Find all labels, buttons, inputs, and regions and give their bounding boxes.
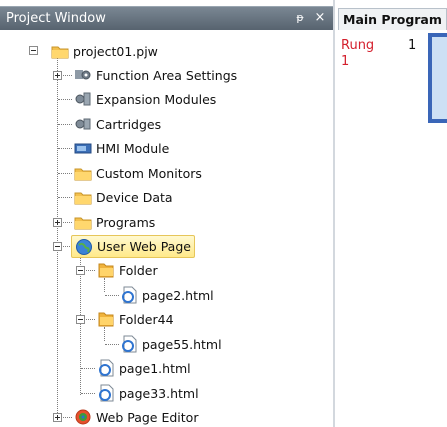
tree-label-hmi-module: HMI Module	[96, 140, 170, 156]
tree-node-hmi-module[interactable]: HMI Module	[74, 138, 169, 158]
rung-number: 1	[408, 38, 417, 53]
tree-label-folder: Folder	[119, 262, 158, 278]
tree-label-programs: Programs	[96, 214, 156, 230]
globe-icon	[75, 238, 93, 256]
html-file-icon	[120, 335, 138, 353]
tree-node-folder[interactable]: Folder	[97, 260, 158, 280]
pin-button[interactable]: ᵽ	[292, 9, 308, 27]
folder-icon	[97, 261, 115, 279]
tree-node-folder44[interactable]: Folder44	[97, 309, 174, 329]
tree-node-device-data[interactable]: Device Data	[74, 187, 173, 207]
rung-label: Rung	[341, 38, 375, 53]
tree-label-project: project01.pjw	[73, 43, 158, 59]
tree-label-web-page-editor: Web Page Editor	[96, 409, 199, 425]
tab-main-program[interactable]: Main Program	[338, 8, 447, 30]
expand-function-area-toggle[interactable]	[53, 71, 62, 80]
tree-label-user-web-page: User Web Page	[97, 239, 191, 254]
tree-label-function-area-settings: Function Area Settings	[96, 67, 238, 83]
pane-divider[interactable]	[333, 0, 335, 427]
collapse-user-web-page-toggle[interactable]	[53, 242, 62, 251]
tab-main-program-label: Main Program	[343, 12, 442, 27]
expansion-module-icon	[74, 90, 92, 108]
project-window-title: Project Window	[6, 11, 106, 26]
tree-node-page55[interactable]: page55.html	[120, 334, 222, 354]
html-file-icon	[120, 286, 138, 304]
folder-icon	[97, 310, 115, 328]
gear-settings-icon	[74, 66, 92, 84]
html-file-icon	[97, 359, 115, 377]
tree-node-custom-monitors[interactable]: Custom Monitors	[74, 163, 202, 183]
tree-label-page1: page1.html	[119, 360, 191, 376]
collapse-folder-toggle[interactable]	[76, 266, 85, 275]
folder-icon	[74, 164, 92, 182]
folder-icon	[74, 188, 92, 206]
rung-frame[interactable]	[428, 33, 447, 123]
folder-icon	[74, 213, 92, 231]
tree-node-expansion-modules[interactable]: Expansion Modules	[74, 89, 216, 109]
tree-node-page2[interactable]: page2.html	[120, 285, 214, 305]
collapse-folder44-toggle[interactable]	[76, 315, 85, 324]
rung-index: 1	[341, 54, 350, 69]
web-editor-icon	[74, 408, 92, 426]
tree-label-page55: page55.html	[142, 336, 222, 352]
tree-node-user-web-page[interactable]: User Web Page	[71, 235, 195, 258]
tree-label-cartridges: Cartridges	[96, 116, 162, 132]
project-window-header: Project Window ᵽ ×	[0, 6, 333, 30]
project-window: Project Window ᵽ × project01.pjw Functio…	[0, 0, 333, 427]
close-button[interactable]: ×	[312, 9, 328, 27]
cartridge-icon	[74, 115, 92, 133]
project-folder-icon	[51, 42, 69, 60]
tree-label-device-data: Device Data	[96, 189, 173, 205]
tree-node-function-area-settings[interactable]: Function Area Settings	[74, 65, 237, 85]
tree-label-expansion-modules: Expansion Modules	[96, 91, 217, 107]
tree-label-folder44: Folder44	[119, 311, 174, 327]
expand-programs-toggle[interactable]	[53, 218, 62, 227]
project-tree: project01.pjw Function Area Settings Exp…	[0, 30, 333, 427]
tree-node-project[interactable]: project01.pjw	[51, 41, 158, 61]
tree-node-programs[interactable]: Programs	[74, 212, 155, 232]
hmi-module-icon	[74, 139, 92, 157]
html-file-icon	[97, 384, 115, 402]
tree-label-page33: page33.html	[119, 385, 199, 401]
expand-web-page-editor-toggle[interactable]	[53, 413, 62, 422]
tree-node-web-page-editor[interactable]: Web Page Editor	[74, 407, 198, 427]
collapse-project-toggle[interactable]	[29, 46, 38, 55]
ladder-editor[interactable]: Rung 1 1	[338, 30, 447, 427]
tree-node-page1[interactable]: page1.html	[97, 358, 191, 378]
tree-node-cartridges[interactable]: Cartridges	[74, 114, 161, 134]
tree-label-page2: page2.html	[142, 287, 214, 303]
tree-label-custom-monitors: Custom Monitors	[96, 165, 202, 181]
tree-node-page33[interactable]: page33.html	[97, 383, 199, 403]
